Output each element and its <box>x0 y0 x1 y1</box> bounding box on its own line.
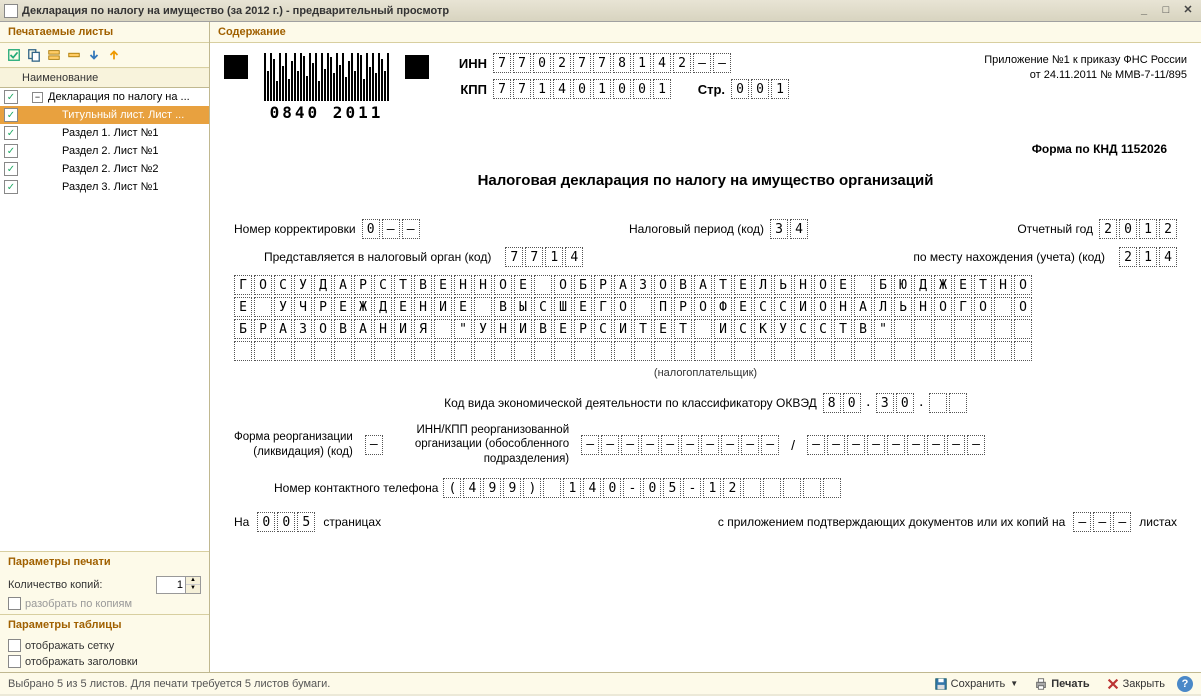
app-icon <box>4 4 18 18</box>
taxpayer-hint: (налогоплательщик) <box>234 367 1177 379</box>
toolbar-down-arrow-icon[interactable] <box>85 46 103 64</box>
inn-cells: 7702778142–– <box>493 53 731 73</box>
document-viewport[interactable]: 0840 2011 ИНН 7702778142–– КПП 771401001… <box>210 43 1201 672</box>
toolbar-expand-icon[interactable] <box>45 46 63 64</box>
save-button[interactable]: Сохранить▼ <box>928 676 1025 692</box>
toolbar-check-all-icon[interactable] <box>5 46 23 64</box>
tree-column-header[interactable]: Наименование <box>0 68 209 88</box>
sidebar: Печатаемые листы Наименование ✓−Декларац… <box>0 22 210 672</box>
reorg-code-cell: – <box>365 435 383 455</box>
tree-item[interactable]: ✓Раздел 2. Лист №2 <box>0 160 209 178</box>
organ-cells: 7714 <box>505 247 583 267</box>
organ-label: Представляется в налоговый орган (код) <box>264 250 491 264</box>
minimize-button[interactable]: _ <box>1135 3 1153 19</box>
reorg-inn-label: ИНН/КПП реорганизованнойорганизации (обо… <box>415 423 569 466</box>
floppy-icon <box>934 677 948 691</box>
marker-square <box>405 55 429 79</box>
corr-cells: 0–– <box>362 219 420 239</box>
content-header: Содержание <box>210 22 1201 43</box>
tree-item[interactable]: ✓Раздел 1. Лист №1 <box>0 124 209 142</box>
pages-cells: 005 <box>257 512 315 532</box>
okved-label: Код вида экономической деятельности по к… <box>444 396 817 410</box>
attach-label: с приложением подтверждающих документов … <box>718 515 1065 529</box>
period-label: Налоговый период (код) <box>629 222 764 236</box>
status-text: Выбрано 5 из 5 листов. Для печати требуе… <box>8 678 924 690</box>
reorg-form-label: Форма реорганизации(ликвидация) (код) <box>234 430 353 459</box>
toolbar-collapse-icon[interactable] <box>65 46 83 64</box>
doc-header-block: ИНН 7702778142–– КПП 771401001 Стр. 001 <box>445 53 911 105</box>
toolbar-copy-icon[interactable] <box>25 46 43 64</box>
statusbar: Выбрано 5 из 5 листов. Для печати требуе… <box>0 672 1201 694</box>
place-label: по месту нахождения (учета) (код) <box>913 250 1105 264</box>
table-params-section: Параметры таблицы отображать сетку отобр… <box>0 614 209 672</box>
okved-group-3 <box>929 393 967 413</box>
pages-suffix: страницах <box>323 515 381 529</box>
appendix-note: Приложение №1 к приказу ФНС России от 24… <box>927 53 1187 84</box>
tree-item[interactable]: ✓Раздел 3. Лист №1 <box>0 178 209 196</box>
print-button[interactable]: Печать <box>1028 676 1095 692</box>
window-titlebar: Декларация по налогу на имущество (за 20… <box>0 0 1201 22</box>
kpp-cells: 771401001 <box>493 79 671 99</box>
copies-spinner[interactable]: 1 ▲▼ <box>156 576 201 594</box>
year-label: Отчетный год <box>1017 222 1093 236</box>
kpp-label: КПП <box>445 82 487 97</box>
table-params-header: Параметры таблицы <box>0 615 209 635</box>
phone-label: Номер контактного телефона <box>274 481 438 495</box>
content-pane: Содержание 0840 2011 ИНН 7702778142–– <box>210 22 1201 672</box>
toolbar-up-arrow-icon[interactable] <box>105 46 123 64</box>
tree-item[interactable]: ✓−Декларация по налогу на ... <box>0 88 209 106</box>
show-headers-checkbox[interactable]: отображать заголовки <box>8 655 201 668</box>
print-params-header: Параметры печати <box>0 552 209 572</box>
maximize-button[interactable]: □ <box>1157 3 1175 19</box>
printer-icon <box>1034 677 1048 691</box>
close-button[interactable]: ✕ <box>1179 3 1197 19</box>
sidebar-toolbar <box>0 43 209 68</box>
taxpayer-name-grid: ГОСУДАРСТВЕННОЕОБРАЗОВАТЕЛЬНОЕБЮДЖЕТНОЕУ… <box>234 275 1177 361</box>
barcode: 0840 2011 <box>264 53 389 122</box>
close-icon <box>1106 677 1120 691</box>
help-button[interactable]: ? <box>1177 676 1193 692</box>
attach-cells: ––– <box>1073 512 1131 532</box>
page-label: Стр. <box>683 82 725 97</box>
tree-item[interactable]: ✓Раздел 2. Лист №1 <box>0 142 209 160</box>
form-code: Форма по КНД 1152026 <box>224 142 1167 156</box>
page-cells: 001 <box>731 79 789 99</box>
okved-group-2: 30 <box>876 393 914 413</box>
attach-suffix: листах <box>1139 515 1177 529</box>
pages-prefix: На <box>234 515 249 529</box>
inn-label: ИНН <box>445 56 487 71</box>
reorg-kpp-cells: ––––––––– <box>807 435 985 455</box>
print-params-section: Параметры печати Количество копий: 1 ▲▼ … <box>0 551 209 614</box>
sidebar-header: Печатаемые листы <box>0 22 209 43</box>
tree-item[interactable]: ✓Титульный лист. Лист ... <box>0 106 209 124</box>
phone-cells: (499)140-05-12 <box>443 478 841 498</box>
show-grid-checkbox[interactable]: отображать сетку <box>8 639 201 652</box>
window-title: Декларация по налогу на имущество (за 20… <box>22 5 1135 17</box>
copies-label: Количество копий: <box>8 579 156 591</box>
close-statusbar-button[interactable]: Закрыть <box>1100 676 1171 692</box>
split-copies-checkbox: разобрать по копиям <box>8 597 201 610</box>
reorg-inn-cells: –––––––––– <box>581 435 779 455</box>
doc-title: Налоговая декларация по налогу на имущес… <box>224 172 1187 189</box>
year-cells: 2012 <box>1099 219 1177 239</box>
corr-label: Номер корректировки <box>234 222 356 236</box>
okved-group-1: 80 <box>823 393 861 413</box>
sheets-tree: ✓−Декларация по налогу на ...✓Титульный … <box>0 88 209 551</box>
period-cells: 34 <box>770 219 808 239</box>
marker-square <box>224 55 248 79</box>
place-cells: 214 <box>1119 247 1177 267</box>
